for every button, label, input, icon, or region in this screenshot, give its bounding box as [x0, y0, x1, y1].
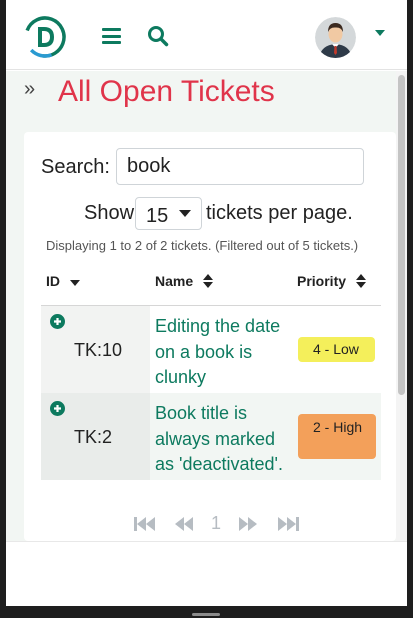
column-header-label: Name	[155, 273, 194, 289]
per-page-value: 15	[146, 205, 169, 227]
table-row[interactable]: TK:10 Editing the date on a book is clun…	[41, 306, 381, 393]
table-row[interactable]: TK:2 Book title is always marked as 'dea…	[41, 393, 381, 480]
ticket-name-link[interactable]: Book title is always marked as 'deactiva…	[155, 401, 289, 478]
sort-both-icon	[203, 273, 214, 291]
home-indicator[interactable]	[192, 613, 220, 616]
table-header: ID Name Priority	[41, 264, 381, 306]
d-logo-icon[interactable]	[24, 16, 66, 58]
search-input[interactable]	[116, 148, 364, 185]
id-cell: TK:10	[41, 306, 150, 393]
main-content: » All Open Tickets Search: Show 15 ticke…	[6, 71, 396, 541]
previous-page-icon[interactable]	[174, 516, 194, 537]
next-page-icon[interactable]	[238, 516, 258, 537]
id-cell: TK:2	[41, 393, 150, 480]
last-page-icon[interactable]	[277, 516, 299, 537]
expand-plus-icon[interactable]	[50, 401, 65, 416]
priority-badge: 2 - High	[298, 414, 376, 459]
tickets-table: ID Name Priority TK:10 Editing the date …	[41, 264, 381, 480]
column-header-priority[interactable]: Priority	[297, 273, 366, 291]
user-avatar-icon[interactable]	[315, 17, 356, 58]
pagination: 1	[124, 513, 324, 540]
per-page-select[interactable]: 15	[135, 197, 202, 230]
scrollbar-thumb[interactable]	[398, 75, 405, 395]
expand-plus-icon[interactable]	[50, 314, 65, 329]
page-title: All Open Tickets	[58, 75, 275, 108]
search-label: Search:	[41, 156, 110, 178]
column-header-id[interactable]: ID	[46, 273, 80, 290]
per-page-suffix: tickets per page.	[206, 202, 353, 224]
sort-both-icon	[355, 273, 366, 291]
column-header-label: Priority	[297, 273, 347, 289]
select-caret-icon	[179, 210, 191, 217]
app-frame: » All Open Tickets Search: Show 15 ticke…	[6, 0, 407, 606]
hamburger-menu-icon[interactable]	[102, 28, 121, 44]
column-header-label: ID	[46, 273, 60, 289]
current-page[interactable]: 1	[211, 513, 221, 534]
caret-down-icon[interactable]	[375, 30, 385, 36]
priority-badge: 4 - Low	[298, 337, 375, 362]
first-page-icon[interactable]	[134, 516, 156, 537]
tickets-card: Search: Show 15 tickets per page. Displa…	[24, 132, 396, 541]
sidebar-toggle-icon[interactable]: »	[24, 79, 35, 99]
bottom-blank-area	[6, 541, 407, 606]
search-icon[interactable]	[147, 25, 169, 47]
ticket-id: TK:10	[74, 340, 123, 360]
sort-desc-icon	[69, 274, 80, 290]
results-info: Displaying 1 to 2 of 2 tickets. (Filtere…	[46, 238, 359, 253]
per-page-row: Show 15 tickets per page.	[24, 196, 396, 230]
show-label: Show	[84, 202, 135, 224]
ticket-id: TK:2	[74, 427, 113, 447]
top-navbar	[6, 0, 407, 70]
ticket-name-link[interactable]: Editing the date on a book is clunky	[155, 314, 289, 391]
column-header-name[interactable]: Name	[155, 273, 214, 291]
